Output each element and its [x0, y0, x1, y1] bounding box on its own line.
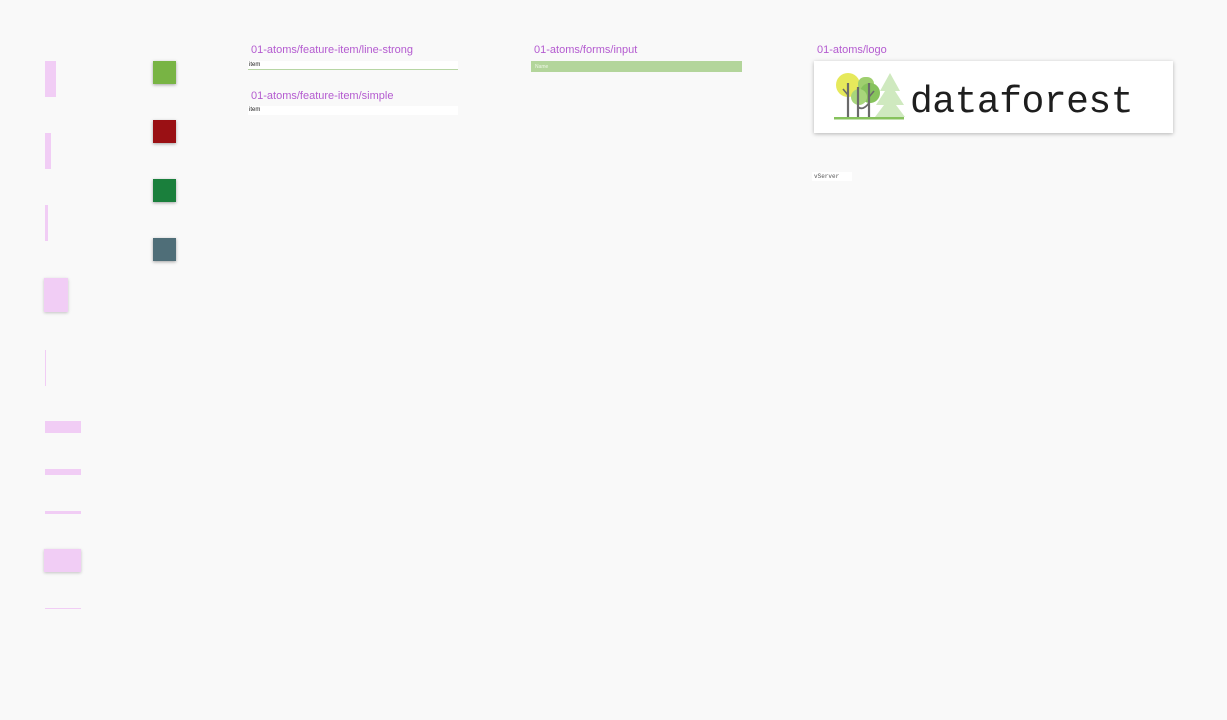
swatch-green[interactable]: [153, 61, 176, 84]
frame-label-line-strong[interactable]: 01-atoms/feature-item/line-strong: [251, 44, 413, 56]
feature-item-text: item: [249, 62, 261, 68]
vserver-label[interactable]: vServer: [812, 172, 852, 181]
spacer-token-horizontal-3: [45, 511, 81, 514]
spacer-token-vertical-3: [45, 205, 48, 241]
swatch-slate[interactable]: [153, 238, 176, 261]
spacer-token-horizontal-2: [45, 469, 81, 475]
logo-card[interactable]: dataforest: [814, 61, 1173, 133]
frame-label-simple[interactable]: 01-atoms/feature-item/simple: [251, 90, 393, 102]
swatch-red[interactable]: [153, 120, 176, 143]
spacer-token-wide-block: [44, 549, 81, 572]
logo-wordmark: dataforest: [910, 81, 1134, 124]
spacer-token-vertical-2: [45, 133, 51, 169]
swatch-dark-green[interactable]: [153, 179, 176, 202]
feature-item-text: item: [249, 107, 261, 113]
frame-label-input[interactable]: 01-atoms/forms/input: [534, 44, 637, 56]
frame-label-logo[interactable]: 01-atoms/logo: [817, 44, 887, 56]
spacer-token-horizontal-1: [45, 421, 81, 433]
spacer-token-vertical-1: [45, 61, 56, 97]
spacer-token-block: [44, 278, 68, 312]
spacer-token-vertical-4: [45, 350, 46, 386]
feature-item-line-strong[interactable]: item: [248, 61, 458, 70]
spacer-token-horizontal-4: [45, 608, 81, 609]
name-input[interactable]: [531, 61, 742, 72]
feature-item-simple[interactable]: item: [248, 106, 458, 115]
forest-logo-icon: [834, 73, 905, 120]
